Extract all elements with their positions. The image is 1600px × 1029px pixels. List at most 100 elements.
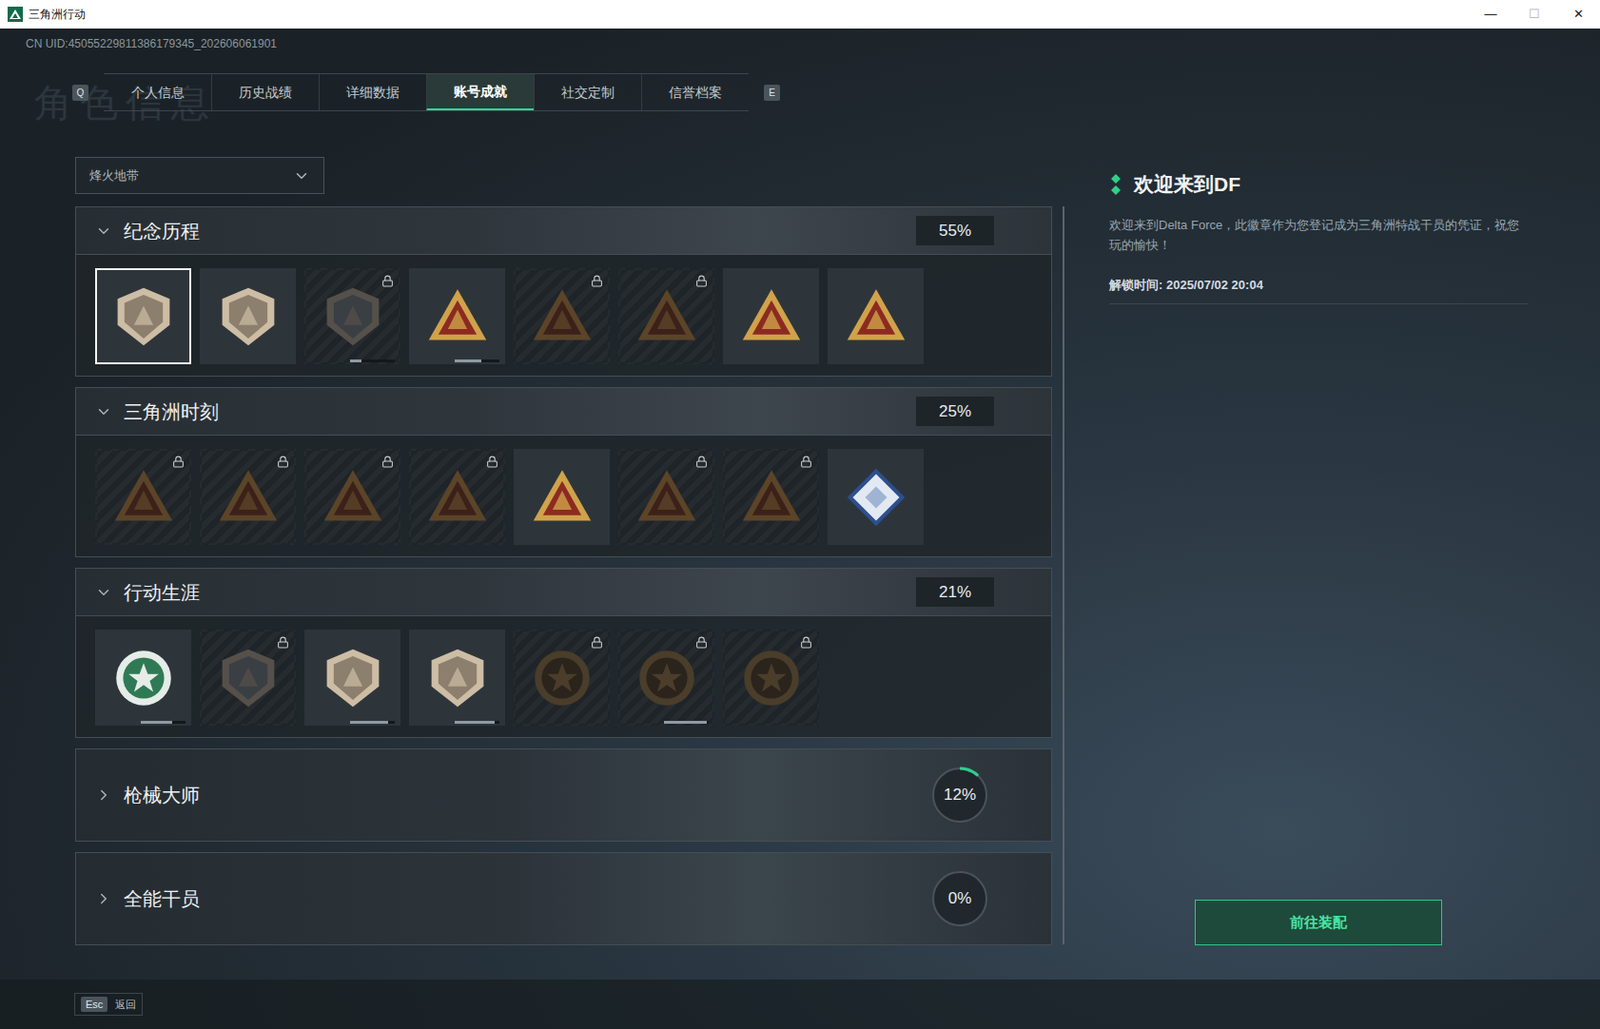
badge-tile[interactable]	[199, 629, 296, 726]
lock-icon	[276, 636, 290, 649]
chevron-down-icon	[95, 584, 113, 602]
shield-badge-icon	[109, 282, 178, 352]
chevron-right-icon	[95, 890, 113, 908]
badge-tile[interactable]	[409, 629, 506, 726]
lock-icon	[800, 636, 813, 649]
badge-tile[interactable]	[827, 448, 924, 546]
lock-icon	[381, 274, 394, 288]
lock-icon	[800, 455, 813, 469]
lock-icon	[590, 636, 604, 649]
badge-tile[interactable]	[199, 268, 296, 365]
badge-tile[interactable]	[304, 268, 401, 365]
shield-badge-icon	[318, 643, 388, 713]
tab[interactable]: 社交定制	[533, 74, 642, 111]
section-title: 全能干员	[123, 884, 200, 914]
lock-icon	[486, 455, 499, 469]
badge-tile[interactable]	[95, 268, 192, 365]
lock-icon	[695, 455, 708, 469]
watermark: 角色信息	[34, 74, 217, 132]
window-control[interactable]: —	[1468, 0, 1513, 29]
triangle-badge-icon	[527, 463, 597, 532]
lock-icon	[381, 455, 394, 469]
chevron-down-icon	[95, 403, 113, 421]
badge-tile[interactable]	[95, 448, 192, 546]
shield-badge-icon	[214, 643, 283, 713]
lock-icon	[695, 636, 708, 649]
back-button[interactable]: Esc返回	[74, 993, 143, 1017]
badge-tile[interactable]	[513, 629, 610, 726]
diamond-badge-icon	[841, 463, 911, 532]
tab[interactable]: 历史战绩	[211, 74, 319, 111]
badge-tile[interactable]	[513, 268, 610, 365]
badge-tile[interactable]	[409, 268, 506, 365]
section-header[interactable]: 行动生涯 21%	[76, 568, 1052, 617]
triangle-badge-icon	[527, 282, 597, 352]
app-logo-icon	[7, 6, 23, 22]
badge-tile[interactable]	[722, 268, 820, 365]
lock-icon	[172, 455, 185, 469]
chevron-right-icon	[95, 786, 113, 804]
shield-badge-icon	[423, 643, 492, 713]
section-percent: 21%	[916, 577, 995, 608]
badge-tile[interactable]	[618, 448, 715, 546]
scrollbar[interactable]	[1062, 206, 1065, 945]
lock-icon	[276, 455, 290, 469]
badge-tile[interactable]	[722, 629, 820, 726]
window-control[interactable]: ✕	[1556, 0, 1600, 29]
tab[interactable]: 详细数据	[318, 74, 427, 111]
badge-progress	[454, 721, 500, 724]
achievement-section[interactable]: 枪械大师12%	[75, 748, 1053, 842]
triangle-badge-icon	[737, 463, 806, 532]
medal-badge-icon	[737, 643, 806, 713]
badge-tile[interactable]	[618, 629, 715, 726]
equip-button[interactable]: 前往装配	[1194, 899, 1443, 946]
key-hint: E	[763, 84, 781, 101]
badge-tile[interactable]	[513, 448, 610, 546]
section-header[interactable]: 纪念历程55%	[76, 207, 1052, 255]
achievement-section[interactable]: 全能干员 0%	[75, 852, 1053, 946]
triangle-badge-icon	[737, 282, 806, 352]
progress-ring: 0%	[929, 868, 991, 930]
unlock-time: 解锁时间: 2025/07/02 20:04	[1109, 275, 1528, 306]
badge-tile[interactable]	[95, 629, 192, 726]
achievement-section: 纪念历程55%	[75, 206, 1053, 377]
badge-tile[interactable]	[199, 448, 296, 546]
shield-badge-icon	[214, 282, 283, 352]
footer-bar: Esc返回	[0, 979, 1600, 1029]
shield-badge-icon	[318, 282, 388, 352]
achievement-section: 行动生涯 21%	[75, 567, 1053, 739]
detail-title: 欢迎来到DF	[1133, 169, 1241, 200]
window-title: 三角洲行动	[28, 5, 86, 23]
badge-progress	[350, 721, 395, 724]
badge-tile[interactable]	[827, 268, 924, 365]
lock-icon	[590, 274, 604, 288]
section-title: 三角洲时刻	[123, 397, 219, 427]
tab[interactable]: 账号成就	[426, 74, 534, 111]
mode-dropdown[interactable]: 烽火地带	[75, 156, 325, 195]
section-title: 枪械大师	[123, 780, 200, 810]
tab[interactable]: 信誉档案	[641, 74, 749, 111]
badge-tile[interactable]	[409, 448, 506, 546]
triangle-badge-icon	[841, 282, 911, 352]
badge-progress	[663, 721, 709, 724]
badge-progress	[140, 721, 186, 724]
section-title: 纪念历程	[123, 216, 200, 246]
tab[interactable]: 个人信息	[103, 74, 212, 111]
triangle-badge-icon	[632, 463, 702, 532]
section-header[interactable]: 三角洲时刻25%	[76, 388, 1052, 436]
key-hint: Esc	[80, 996, 108, 1014]
window-control[interactable]: ☐	[1512, 0, 1557, 29]
badge-tile[interactable]	[722, 448, 820, 546]
uid-label: CN UID:45055229811386179345_202606061901	[0, 28, 1600, 52]
badge-progress	[454, 359, 500, 363]
detail-description: 欢迎来到Delta Force，此徽章作为您登记成为三角洲特战干员的凭证，祝您玩…	[1109, 214, 1528, 255]
section-title: 行动生涯	[123, 578, 200, 607]
chevron-down-icon	[95, 222, 113, 240]
game-screen: 角色信息 CN UID:45055229811386179345_20260606…	[0, 28, 1600, 1029]
badge-tile[interactable]	[304, 629, 401, 726]
achievement-list: 烽火地带纪念历程55% 三角洲时刻25% 行动生涯 21% 枪械大师12% 全能干员 0%	[75, 156, 1053, 946]
triangle-badge-icon	[318, 463, 388, 532]
achievement-section: 三角洲时刻25%	[75, 387, 1053, 558]
badge-tile[interactable]	[304, 448, 401, 546]
badge-tile[interactable]	[618, 268, 715, 365]
